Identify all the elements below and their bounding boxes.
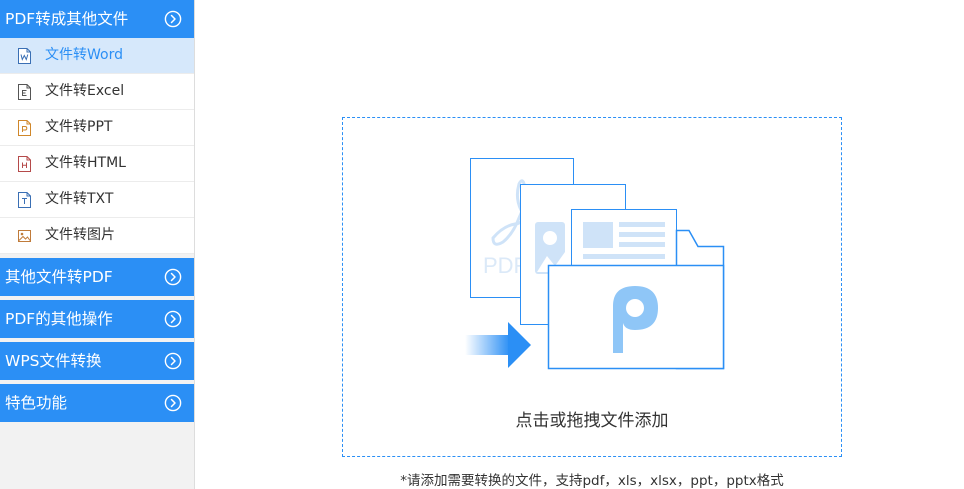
sidebar-item-to-html[interactable]: 文件转HTML xyxy=(0,146,194,182)
sidebar-item-to-image[interactable]: 文件转图片 xyxy=(0,218,194,254)
chevron-circle-right-icon xyxy=(164,10,182,28)
ppt-file-icon xyxy=(18,120,31,136)
group-label: 其他文件转PDF xyxy=(5,268,113,286)
group-label: PDF的其他操作 xyxy=(5,310,113,328)
group-label: 特色功能 xyxy=(5,394,68,412)
txt-file-icon xyxy=(18,192,31,208)
word-file-icon xyxy=(18,48,31,64)
chevron-circle-right-icon xyxy=(164,352,182,370)
group-label: PDF转成其他文件 xyxy=(5,10,129,28)
sidebar-item-to-ppt[interactable]: 文件转PPT xyxy=(0,110,194,146)
chevron-circle-right-icon xyxy=(164,310,182,328)
image-file-icon xyxy=(18,230,31,242)
sidebar-item-label: 文件转HTML xyxy=(45,155,126,171)
sidebar-item-label: 文件转Excel xyxy=(45,83,125,99)
group-pdf-to-other[interactable]: PDF转成其他文件 xyxy=(0,0,194,38)
sidebar-item-label: 文件转TXT xyxy=(45,191,114,207)
sidebar-item-label: 文件转Word xyxy=(45,47,123,63)
group-wps-conversion[interactable]: WPS文件转换 xyxy=(0,342,194,380)
supported-formats-note: *请添加需要转换的文件，支持pdf，xls，xlsx，ppt，pptx格式 xyxy=(400,473,784,489)
add-files-illustration: PDF xyxy=(465,158,725,370)
sidebar-item-to-txt[interactable]: 文件转TXT xyxy=(0,182,194,218)
sidebar: PDF转成其他文件 文件转Word 文件转Excel 文件转PPT 文件转HTM… xyxy=(0,0,195,489)
sidebar-item-to-word[interactable]: 文件转Word xyxy=(0,38,194,74)
group-special-features[interactable]: 特色功能 xyxy=(0,384,194,422)
chevron-circle-right-icon xyxy=(164,394,182,412)
html-file-icon xyxy=(18,156,31,172)
excel-file-icon xyxy=(18,84,31,100)
group-label: WPS文件转换 xyxy=(5,352,102,370)
file-drop-zone[interactable]: PDF 点击或拖拽文件添加 xyxy=(342,117,842,457)
sub-list-pdf-to-other: 文件转Word 文件转Excel 文件转PPT 文件转HTML 文件转TXT 文… xyxy=(0,38,194,254)
sidebar-item-label: 文件转图片 xyxy=(45,227,115,243)
drop-zone-label: 点击或拖拽文件添加 xyxy=(515,411,669,431)
sidebar-item-to-excel[interactable]: 文件转Excel xyxy=(0,74,194,110)
group-pdf-other-operations[interactable]: PDF的其他操作 xyxy=(0,300,194,338)
arrow-right-icon xyxy=(465,322,531,368)
sidebar-item-label: 文件转PPT xyxy=(45,119,113,135)
group-other-to-pdf[interactable]: 其他文件转PDF xyxy=(0,258,194,296)
chevron-circle-right-icon xyxy=(164,268,182,286)
